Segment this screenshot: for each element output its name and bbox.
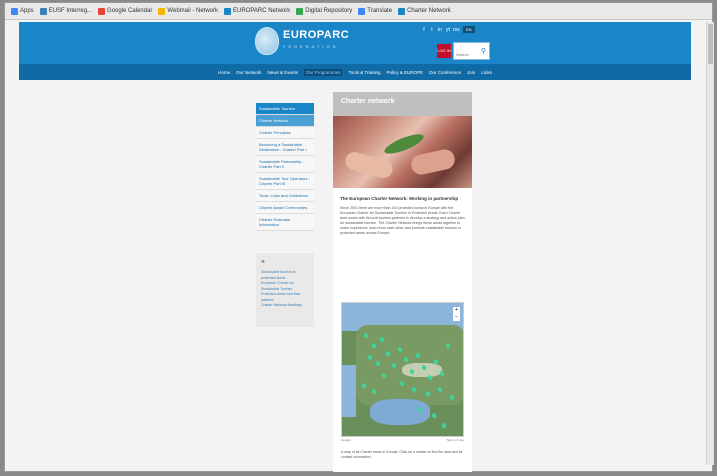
europarc-logo[interactable]: EUROPARC FEDERATION (255, 27, 349, 55)
facebook-icon[interactable]: f (421, 27, 427, 33)
bookmark-item[interactable]: EUSF Interreg... (39, 7, 92, 15)
map-caption: A map of all Charter areas in Europe. Cl… (341, 450, 463, 459)
nav-item-links[interactable]: Links (481, 70, 492, 75)
map-sea (342, 365, 356, 417)
related-link[interactable]: Protected Areas and their partners (261, 292, 309, 303)
site-header: EUROPARC FEDERATION f t in yt rss EN LOG… (19, 22, 691, 64)
nav-item-policy[interactable]: Policy & EUROPE (387, 70, 424, 75)
charter-areas-map[interactable]: + − (341, 302, 464, 437)
page-title: Charter network (341, 98, 395, 105)
intro-section: The European Charter Network: Working in… (333, 188, 472, 236)
search-input[interactable] (454, 46, 480, 63)
map-terms-link[interactable]: Terms of Use (446, 438, 464, 444)
bookmark-icon (398, 7, 406, 15)
related-link[interactable]: Charter Network Meetings (261, 303, 309, 309)
logo-emblem-icon (255, 27, 279, 55)
nav-item-news-events[interactable]: News & Events (267, 70, 298, 75)
logo-text: EUROPARC FEDERATION (283, 29, 350, 50)
page-title-bar: Charter network (333, 92, 472, 116)
search-box: ⚲ (453, 42, 490, 63)
nav-item-home[interactable]: Home (218, 70, 230, 75)
language-selector[interactable]: EN (463, 26, 475, 33)
bookmark-icon (39, 7, 47, 15)
nav-item-join[interactable]: Join (467, 70, 475, 75)
bookmark-item[interactable]: EUROPARC Network (224, 7, 290, 15)
map-zoom-control[interactable]: + − (453, 307, 460, 321)
sidebar-item-evaluator-info[interactable]: Charter Evaluator Information (256, 214, 314, 231)
map-footer: Google Terms of Use (341, 438, 464, 444)
bookmark-item[interactable]: Google Calendar (98, 7, 152, 15)
nav-item-tools-training[interactable]: Tools & Training (348, 70, 380, 75)
bookmark-icon (296, 7, 304, 15)
hero-leaf-shape (382, 130, 426, 158)
bookmark-icon (98, 7, 106, 15)
scrollbar-thumb[interactable] (708, 24, 713, 64)
bookmark-icon (11, 7, 18, 15)
map-marker-icon[interactable] (430, 412, 438, 419)
main-navigation: Home Our Network News & Events Our Progr… (19, 64, 691, 80)
sidebar-item-sustainable-tourism[interactable]: Sustainable Tourism (256, 103, 314, 115)
nav-item-our-programmes[interactable]: Our Programmes (303, 68, 343, 76)
sidebar-item-award-ceremonies[interactable]: Charter Award Ceremonies (256, 202, 314, 214)
bookmarks-bar: Apps EUSF Interreg... Google Calendar We… (5, 3, 712, 20)
quote-icon: ❝ (261, 260, 265, 267)
bookmark-item[interactable]: Charter Network (398, 7, 451, 15)
sidebar-item-charter-principles[interactable]: Charter Principles (256, 127, 314, 139)
map-marker-icon[interactable] (440, 422, 448, 429)
sidebar-related-box: ❝ Sustainable tourism in protected areas… (256, 253, 314, 327)
login-button[interactable]: LOG IN (437, 44, 451, 58)
nav-item-conference[interactable]: Our Conference (429, 70, 461, 75)
main-content: Charter network The European Charter Net… (333, 92, 472, 472)
bookmark-item[interactable]: Webmail - Network (158, 7, 218, 15)
social-links: f t in yt rss EN (421, 26, 475, 33)
sidebar-item-charter-network[interactable]: Charter Network (256, 115, 314, 127)
related-links: Sustainable tourism in protected areas E… (261, 270, 309, 309)
bookmark-item[interactable]: Digital Repository (296, 7, 352, 15)
sidebar-item-charter-part-3[interactable]: Sustainable Tour Operators - Charter Par… (256, 173, 314, 190)
youtube-icon[interactable]: yt (445, 27, 451, 33)
intro-heading: The European Charter Network: Working in… (340, 196, 459, 201)
search-icon[interactable]: ⚲ (481, 47, 486, 55)
hero-image (333, 116, 472, 188)
related-link[interactable]: Sustainable tourism in protected areas (261, 270, 309, 281)
twitter-icon[interactable]: t (429, 27, 435, 33)
map-attribution: Google (341, 438, 351, 442)
bookmark-item[interactable]: Apps (11, 7, 34, 15)
hero-hand-shape (343, 150, 395, 180)
bookmark-icon (358, 7, 366, 15)
nav-item-our-network[interactable]: Our Network (236, 70, 261, 75)
page-scrollbar[interactable] (706, 22, 714, 465)
bookmark-icon (224, 7, 231, 15)
sidebar-item-tools-links[interactable]: Tools, Links and Guidelines (256, 190, 314, 202)
hero-hand-shape (409, 147, 457, 177)
sidebar-item-charter-part-2[interactable]: Sustainable Partnership - Charter Part I… (256, 156, 314, 173)
linkedin-icon[interactable]: in (437, 27, 443, 33)
bookmark-item[interactable]: Translate (358, 7, 392, 15)
rss-icon[interactable]: rss (453, 27, 460, 33)
bookmark-icon (158, 7, 166, 15)
intro-text: Since 2001 there are more than 140 prote… (340, 206, 465, 235)
sidebar-menu: Sustainable Tourism Charter Network Char… (256, 103, 314, 231)
sidebar-item-charter-part-1[interactable]: Becoming a Sustainable Destination - Cha… (256, 139, 314, 156)
related-link[interactable]: European Charter for Sustainable Tourism (261, 281, 309, 292)
